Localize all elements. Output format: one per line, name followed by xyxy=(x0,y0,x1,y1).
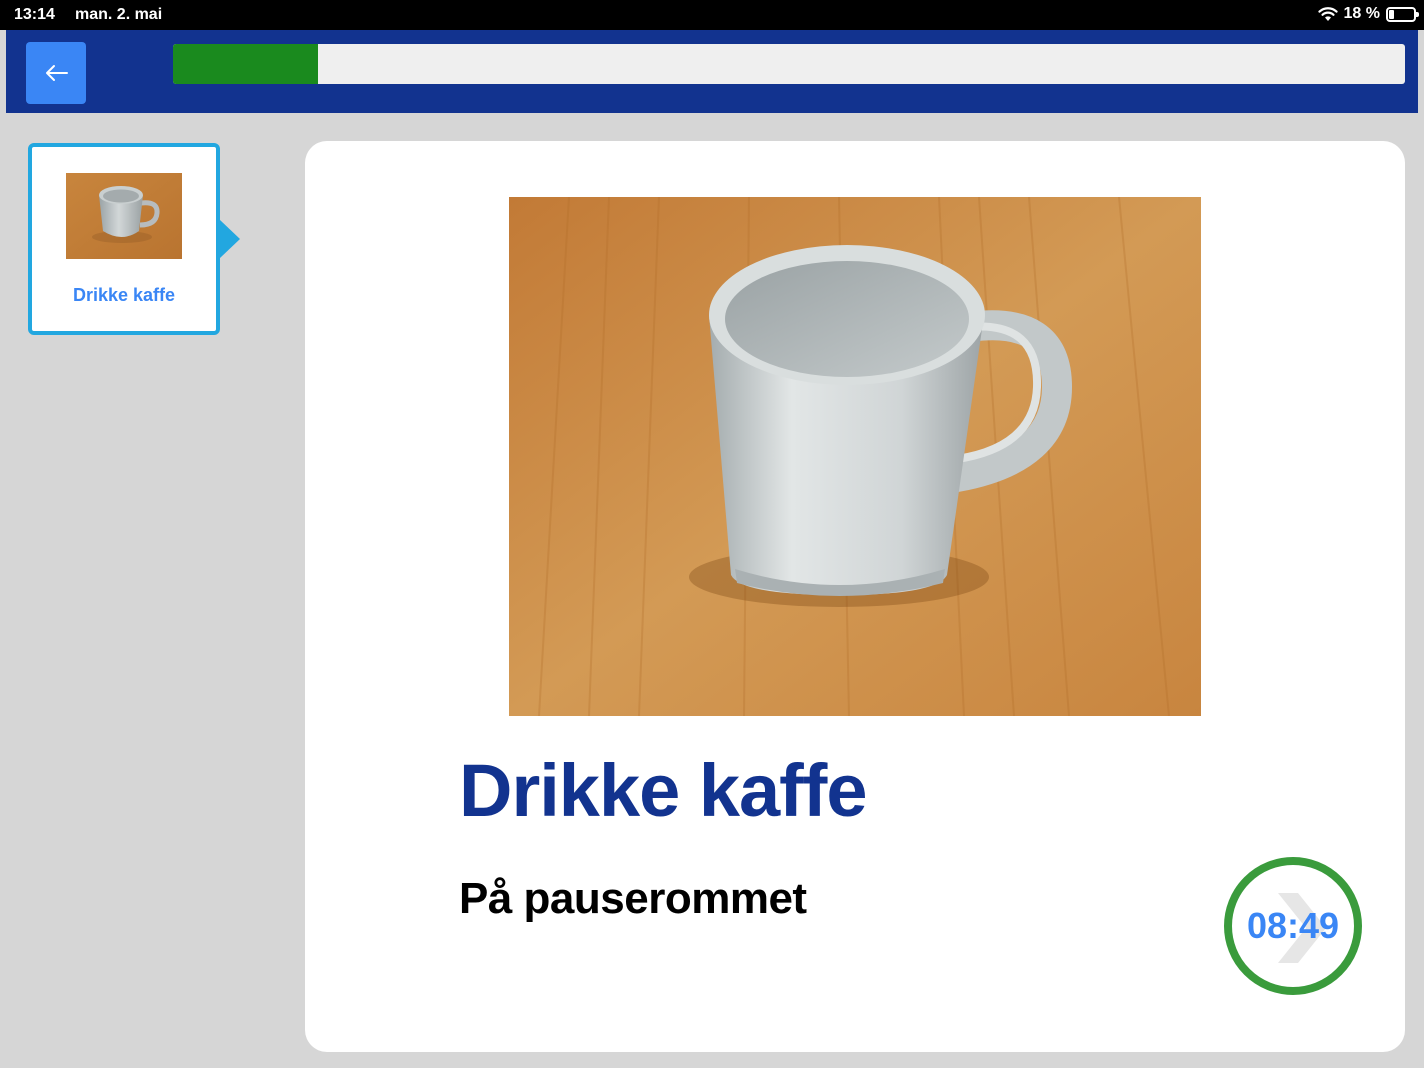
battery-percent: 18 % xyxy=(1343,5,1380,22)
timer-text: 08:49 xyxy=(1246,905,1340,946)
top-bar xyxy=(6,30,1418,113)
status-time: 13:14 xyxy=(14,6,55,23)
progress-fill xyxy=(173,44,319,84)
step-label: Drikke kaffe xyxy=(72,285,176,305)
battery-icon xyxy=(1386,6,1419,22)
step-card-selected[interactable]: Drikke kaffe xyxy=(28,143,220,335)
back-button[interactable] xyxy=(26,42,86,104)
status-bar: 13:14 man. 2. mai 18 % xyxy=(0,0,1424,30)
step-thumbnail xyxy=(66,173,182,259)
activity-card: Drikke kaffe På pauserommet 08:49 xyxy=(305,141,1405,1052)
activity-photo xyxy=(509,197,1201,716)
wifi-icon xyxy=(1317,7,1338,21)
battery-level xyxy=(1389,9,1394,19)
arrow-left-icon xyxy=(46,65,68,81)
selected-step-pointer xyxy=(220,220,240,258)
activity-subtitle: På pauserommet xyxy=(459,874,807,923)
status-date: man. 2. mai xyxy=(75,6,163,23)
countdown-timer[interactable]: 08:49 xyxy=(1224,857,1362,995)
status-right: 18 % xyxy=(1317,5,1419,23)
progress-bar xyxy=(173,44,1405,84)
activity-title: Drikke kaffe xyxy=(459,749,868,832)
